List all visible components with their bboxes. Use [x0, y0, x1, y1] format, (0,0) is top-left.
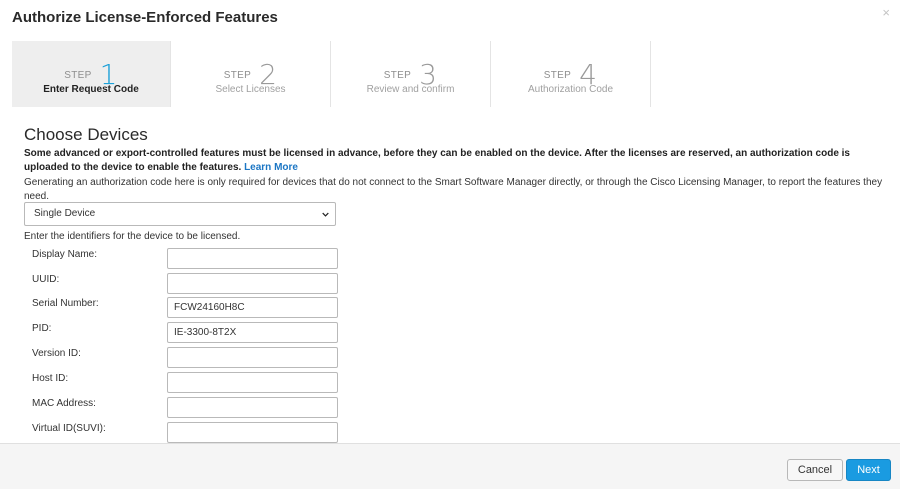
device-type-value: Single Device: [34, 208, 96, 219]
step-label: Enter Request Code: [43, 84, 139, 95]
virtual-id-input[interactable]: [167, 422, 338, 443]
step-word: STEP: [383, 70, 412, 81]
dialog-title: Authorize License-Enforced Features: [12, 9, 278, 26]
mac-address-input[interactable]: [167, 397, 338, 418]
intro-normal-text: Generating an authorization code here is…: [24, 177, 883, 202]
step-1[interactable]: STEP 1 Enter Request Code: [12, 41, 171, 107]
identifiers-note: Enter the identifiers for the device to …: [24, 231, 241, 242]
wizard-steps: STEP 1 Enter Request Code STEP 2 Select Li…: [12, 41, 651, 107]
step-3[interactable]: STEP 3 Review and confirm: [331, 41, 491, 107]
step-label: Select Licenses: [215, 84, 286, 95]
step-word: STEP: [64, 70, 92, 81]
step-label: Authorization Code: [527, 84, 614, 95]
step-word: STEP: [543, 70, 572, 81]
step-word: STEP: [223, 70, 252, 81]
uuid-input[interactable]: [167, 273, 338, 294]
virtual-id-label: Virtual ID(SUVI):: [32, 423, 106, 434]
chevron-down-icon: [322, 212, 329, 217]
version-id-label: Version ID:: [32, 348, 81, 359]
display-name-label: Display Name:: [32, 249, 98, 260]
intro-bold-text: Some advanced or export-controlled featu…: [24, 147, 884, 175]
section-title: Choose Devices: [24, 125, 148, 144]
serial-number-input[interactable]: FCW24160H8C: [167, 297, 338, 318]
dialog-footer: Cancel Next: [0, 443, 900, 489]
serial-number-label: Serial Number:: [32, 298, 99, 309]
host-id-label: Host ID:: [32, 373, 69, 384]
host-id-input[interactable]: [167, 372, 338, 393]
cancel-button[interactable]: Cancel: [787, 459, 843, 481]
next-button[interactable]: Next: [846, 459, 891, 481]
mac-address-label: MAC Address:: [32, 398, 96, 409]
uuid-label: UUID:: [32, 274, 60, 285]
learn-more-link[interactable]: Learn More: [244, 162, 298, 173]
step-4[interactable]: STEP 4 Authorization Code: [491, 41, 651, 107]
close-icon[interactable]: ×: [882, 5, 890, 20]
device-type-select[interactable]: Single Device: [24, 202, 336, 226]
version-id-input[interactable]: [167, 347, 338, 368]
step-2[interactable]: STEP 2 Select Licenses: [171, 41, 331, 107]
intro-bold-line2: the device to enable the features.: [83, 162, 242, 173]
pid-label: PID:: [32, 323, 52, 334]
step-label: Review and confirm: [366, 84, 455, 95]
display-name-input[interactable]: [167, 248, 338, 269]
pid-input[interactable]: IE-3300-8T2X: [167, 322, 338, 343]
